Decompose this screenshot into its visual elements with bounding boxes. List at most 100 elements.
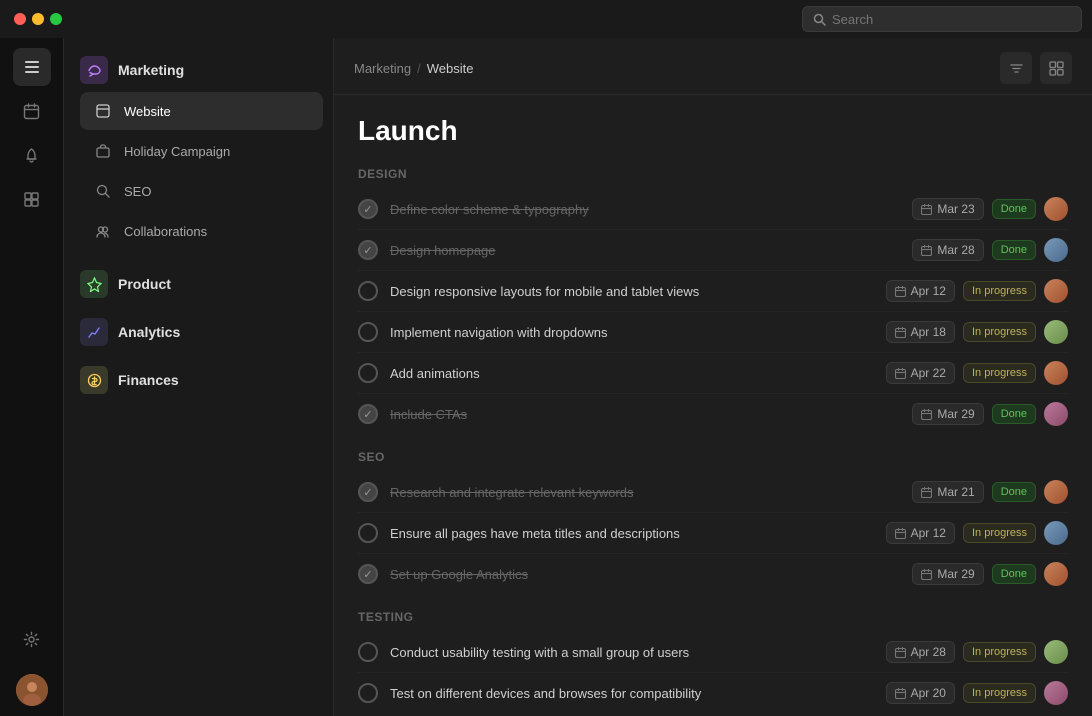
finances-icon bbox=[80, 366, 108, 394]
task-name: Design homepage bbox=[390, 243, 900, 258]
task-name: Set up Google Analytics bbox=[390, 567, 900, 582]
task-date: Apr 22 bbox=[886, 362, 955, 384]
nav-group-product[interactable]: Product bbox=[64, 262, 333, 306]
search-icon bbox=[813, 13, 826, 26]
task-name: Conduct usability testing with a small g… bbox=[390, 645, 874, 660]
table-row: Conduct usability testing with a small g… bbox=[358, 632, 1068, 673]
nav-item-collaborations-label: Collaborations bbox=[124, 224, 207, 239]
status-badge: Done bbox=[992, 240, 1036, 260]
task-avatar bbox=[1044, 681, 1068, 705]
breadcrumb-parent: Marketing bbox=[354, 61, 411, 76]
marketing-nav-items: Website Holiday Campaign bbox=[64, 92, 333, 258]
task-date-value: Apr 12 bbox=[911, 526, 946, 540]
table-row: ✓ Design homepage Mar 28 Done bbox=[358, 230, 1068, 271]
task-checkbox[interactable] bbox=[358, 363, 378, 383]
icon-sidebar bbox=[0, 38, 64, 716]
task-checkbox[interactable] bbox=[358, 683, 378, 703]
task-checkbox[interactable]: ✓ bbox=[358, 404, 378, 424]
status-badge: In progress bbox=[963, 683, 1036, 703]
table-row: ✓ Research and integrate relevant keywor… bbox=[358, 472, 1068, 513]
holiday-icon bbox=[92, 140, 114, 162]
close-button[interactable] bbox=[14, 13, 26, 25]
status-badge: Done bbox=[992, 199, 1036, 219]
sidebar-icon-list[interactable] bbox=[13, 48, 51, 86]
task-avatar bbox=[1044, 521, 1068, 545]
task-meta: Mar 29 Done bbox=[912, 402, 1068, 426]
filter-button[interactable] bbox=[1000, 52, 1032, 84]
nav-item-collaborations[interactable]: Collaborations bbox=[80, 212, 323, 250]
sidebar-icon-puzzle[interactable] bbox=[13, 180, 51, 218]
main-content: Marketing / Website bbox=[334, 38, 1092, 716]
task-meta: Apr 20 In progress bbox=[886, 681, 1068, 705]
seo-section-label: SEO bbox=[358, 450, 1068, 464]
nav-item-website[interactable]: Website bbox=[80, 92, 323, 130]
sidebar-icon-settings[interactable] bbox=[13, 620, 51, 658]
task-checkbox[interactable] bbox=[358, 642, 378, 662]
breadcrumb-current: Website bbox=[427, 61, 474, 76]
nav-item-holiday-label: Holiday Campaign bbox=[124, 144, 230, 159]
task-date-value: Mar 29 bbox=[937, 567, 974, 581]
task-date: Mar 29 bbox=[912, 403, 983, 425]
analytics-icon-nav bbox=[80, 318, 108, 346]
task-meta: Mar 23 Done bbox=[912, 197, 1068, 221]
task-avatar bbox=[1044, 197, 1068, 221]
nav-group-marketing[interactable]: Marketing bbox=[64, 48, 333, 92]
nav-group-finances[interactable]: Finances bbox=[64, 358, 333, 402]
table-row: Test on different devices and browses fo… bbox=[358, 673, 1068, 713]
marketing-icon bbox=[80, 56, 108, 84]
task-checkbox[interactable]: ✓ bbox=[358, 199, 378, 219]
task-name: Add animations bbox=[390, 366, 874, 381]
status-badge: Done bbox=[992, 564, 1036, 584]
content-body: Launch Design ✓ Define color scheme & ty… bbox=[334, 95, 1092, 716]
task-checkbox[interactable] bbox=[358, 322, 378, 342]
task-date-value: Apr 20 bbox=[911, 686, 946, 700]
search-input[interactable] bbox=[832, 12, 1071, 27]
task-name: Research and integrate relevant keywords bbox=[390, 485, 900, 500]
task-checkbox[interactable]: ✓ bbox=[358, 564, 378, 584]
status-badge: In progress bbox=[963, 322, 1036, 342]
status-badge: In progress bbox=[963, 523, 1036, 543]
task-checkbox[interactable]: ✓ bbox=[358, 482, 378, 502]
task-name: Test on different devices and browses fo… bbox=[390, 686, 874, 701]
task-date-value: Mar 28 bbox=[937, 243, 974, 257]
minimize-button[interactable] bbox=[32, 13, 44, 25]
sidebar-icon-calendar[interactable] bbox=[13, 92, 51, 130]
sidebar-icon-bell[interactable] bbox=[13, 136, 51, 174]
table-row: ✓ Define color scheme & typography Mar 2… bbox=[358, 189, 1068, 230]
table-row: Design responsive layouts for mobile and… bbox=[358, 271, 1068, 312]
seo-section: SEO ✓ Research and integrate relevant ke… bbox=[358, 450, 1068, 594]
table-row: ✓ Set up Google Analytics Mar 29 Done bbox=[358, 554, 1068, 594]
search-bar[interactable] bbox=[802, 6, 1082, 32]
maximize-button[interactable] bbox=[50, 13, 62, 25]
task-meta: Apr 12 In progress bbox=[886, 279, 1068, 303]
task-meta: Apr 12 In progress bbox=[886, 521, 1068, 545]
user-avatar[interactable] bbox=[16, 674, 48, 706]
task-date: Mar 29 bbox=[912, 563, 983, 585]
nav-item-holiday-campaign[interactable]: Holiday Campaign bbox=[80, 132, 323, 170]
finances-label: Finances bbox=[118, 372, 179, 388]
nav-item-seo[interactable]: SEO bbox=[80, 172, 323, 210]
task-avatar bbox=[1044, 480, 1068, 504]
status-badge: In progress bbox=[963, 363, 1036, 383]
task-avatar bbox=[1044, 361, 1068, 385]
status-badge: Done bbox=[992, 404, 1036, 424]
nav-item-seo-label: SEO bbox=[124, 184, 151, 199]
table-row: Ensure all pages have meta titles and de… bbox=[358, 513, 1068, 554]
task-date-value: Apr 22 bbox=[911, 366, 946, 380]
status-badge: In progress bbox=[963, 642, 1036, 662]
breadcrumb: Marketing / Website bbox=[354, 61, 473, 76]
nav-group-analytics[interactable]: Analytics bbox=[64, 310, 333, 354]
task-date-value: Apr 12 bbox=[911, 284, 946, 298]
task-checkbox[interactable] bbox=[358, 523, 378, 543]
analytics-label: Analytics bbox=[118, 324, 180, 340]
testing-section: Testing Conduct usability testing with a… bbox=[358, 610, 1068, 713]
task-meta: Mar 28 Done bbox=[912, 238, 1068, 262]
marketing-label: Marketing bbox=[118, 62, 184, 78]
nav-item-website-label: Website bbox=[124, 104, 171, 119]
task-avatar bbox=[1044, 402, 1068, 426]
task-checkbox[interactable]: ✓ bbox=[358, 240, 378, 260]
view-toggle-button[interactable] bbox=[1040, 52, 1072, 84]
task-checkbox[interactable] bbox=[358, 281, 378, 301]
status-badge: Done bbox=[992, 482, 1036, 502]
table-row: ✓ Include CTAs Mar 29 Done bbox=[358, 394, 1068, 434]
